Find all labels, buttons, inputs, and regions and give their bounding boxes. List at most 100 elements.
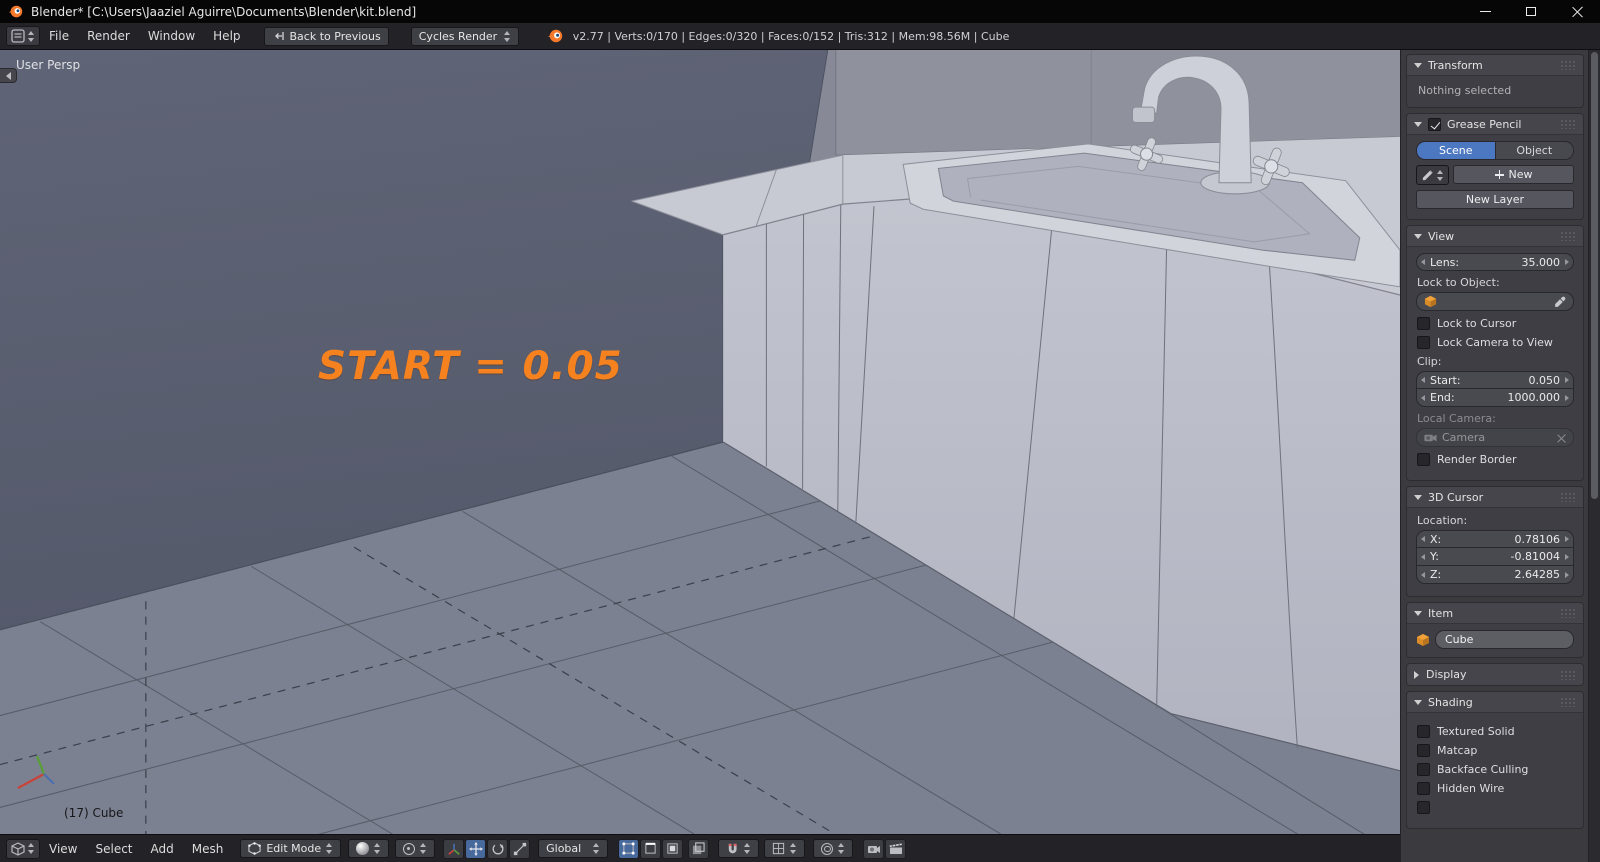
textured-solid-checkbox[interactable] <box>1417 725 1430 738</box>
datablock-dropdown-icon <box>1437 170 1444 181</box>
back-to-previous-label: Back to Previous <box>290 30 381 43</box>
display-panel-header[interactable]: Display <box>1407 664 1583 685</box>
menu-mesh[interactable]: Mesh <box>183 835 233 862</box>
view-panel-header[interactable]: View <box>1407 226 1583 247</box>
maximize-button[interactable] <box>1508 0 1554 23</box>
shading-partial-checkbox[interactable] <box>1417 801 1430 814</box>
back-icon <box>272 30 285 42</box>
3d-viewport[interactable]: User Persp START = 0.05 (17) Cube <box>0 50 1400 834</box>
viewport-editor-type-button[interactable] <box>6 839 40 859</box>
backface-culling-row[interactable]: Backface Culling <box>1417 763 1573 776</box>
panel-grip-icon[interactable] <box>1560 697 1576 707</box>
rotate-icon <box>491 842 505 856</box>
cursor-panel-header[interactable]: 3D Cursor <box>1407 487 1583 508</box>
vertex-select-button[interactable] <box>618 839 639 859</box>
panel-grip-icon[interactable] <box>1560 670 1576 680</box>
sidebar-scrollbar[interactable] <box>1588 50 1600 862</box>
menu-select[interactable]: Select <box>86 835 141 862</box>
back-to-previous-button[interactable]: Back to Previous <box>264 27 389 46</box>
manipulator-translate-button[interactable] <box>465 839 486 859</box>
pivot-center-select[interactable] <box>395 839 435 858</box>
lock-camera-checkbox[interactable] <box>1417 336 1430 349</box>
clear-icon[interactable] <box>1556 433 1566 443</box>
mesh-cube-icon <box>1416 633 1430 647</box>
scrollbar-thumb[interactable] <box>1591 52 1598 499</box>
clip-label: Clip: <box>1417 355 1574 368</box>
engine-dropdown-icon <box>504 31 511 42</box>
close-button[interactable] <box>1554 0 1600 23</box>
clip-stack: Start: 0.050 End: 1000.000 <box>1416 371 1574 407</box>
eyedropper-icon[interactable] <box>1554 296 1566 308</box>
cursor-y-slider[interactable]: Y: -0.81004 <box>1416 548 1574 566</box>
orientation-select[interactable]: Global <box>538 839 608 858</box>
panel-grip-icon[interactable] <box>1560 60 1576 70</box>
menu-file[interactable]: File <box>40 23 78 49</box>
new-layer-label: New Layer <box>1466 193 1524 206</box>
face-select-button[interactable] <box>662 839 683 859</box>
shading-partial-row[interactable] <box>1417 801 1573 814</box>
object-name-field[interactable]: Cube <box>1435 630 1574 649</box>
menu-window[interactable]: Window <box>139 23 204 49</box>
hidden-wire-checkbox[interactable] <box>1417 782 1430 795</box>
cursor-z-slider[interactable]: Z: 2.64285 <box>1416 566 1574 584</box>
lens-label: Lens: <box>1430 256 1459 269</box>
opengl-render-image-button[interactable] <box>863 839 884 859</box>
mode-label: Edit Mode <box>266 842 321 855</box>
3d-scene[interactable] <box>0 50 1400 834</box>
3d-view-editor-icon <box>11 842 25 856</box>
render-border-checkbox[interactable] <box>1417 453 1430 466</box>
render-border-row[interactable]: Render Border <box>1417 453 1573 466</box>
snap-toggle[interactable] <box>718 839 759 858</box>
transform-panel-header[interactable]: Transform <box>1407 55 1583 76</box>
occlude-geometry-button[interactable] <box>688 839 709 859</box>
lock-to-cursor-label: Lock to Cursor <box>1437 317 1516 330</box>
minimize-button[interactable] <box>1462 0 1508 23</box>
render-engine-select[interactable]: Cycles Render <box>411 27 519 46</box>
panel-grip-icon[interactable] <box>1560 608 1576 618</box>
lock-camera-row[interactable]: Lock Camera to View <box>1417 336 1573 349</box>
lock-to-cursor-checkbox[interactable] <box>1417 317 1430 330</box>
lock-to-cursor-row[interactable]: Lock to Cursor <box>1417 317 1573 330</box>
panel-grip-icon[interactable] <box>1560 231 1576 241</box>
backface-culling-checkbox[interactable] <box>1417 763 1430 776</box>
manipulator-rotate-button[interactable] <box>487 839 508 859</box>
grease-pencil-data-dropdown[interactable] <box>1416 165 1449 185</box>
hidden-wire-row[interactable]: Hidden Wire <box>1417 782 1573 795</box>
grease-pencil-panel-header[interactable]: Grease Pencil <box>1407 114 1583 135</box>
viewport-shading-select[interactable] <box>348 839 389 858</box>
occlude-geometry-icon <box>692 842 705 855</box>
menu-view3d[interactable]: View <box>40 835 86 862</box>
grease-pencil-enable-checkbox[interactable] <box>1428 118 1441 131</box>
grease-pencil-new-button[interactable]: New <box>1453 165 1574 184</box>
local-camera-field[interactable]: Camera <box>1416 428 1574 447</box>
shading-panel-header[interactable]: Shading <box>1407 692 1583 713</box>
lock-to-object-field[interactable] <box>1416 292 1574 311</box>
clip-start-slider[interactable]: Start: 0.050 <box>1416 371 1574 389</box>
tab-object[interactable]: Object <box>1496 141 1575 160</box>
menu-help[interactable]: Help <box>204 23 249 49</box>
transform-empty-text: Nothing selected <box>1416 82 1574 99</box>
minimize-icon <box>1480 11 1491 12</box>
panel-grip-icon[interactable] <box>1560 119 1576 129</box>
proportional-edit-select[interactable] <box>813 839 853 858</box>
new-layer-button[interactable]: New Layer <box>1416 190 1574 209</box>
lens-slider[interactable]: Lens: 35.000 <box>1416 253 1574 271</box>
menu-render[interactable]: Render <box>78 23 139 49</box>
matcap-row[interactable]: Matcap <box>1417 744 1573 757</box>
matcap-checkbox[interactable] <box>1417 744 1430 757</box>
cursor-x-slider[interactable]: X: 0.78106 <box>1416 530 1574 548</box>
toolshelf-expand-tab[interactable] <box>0 68 17 83</box>
manipulator-toggle-button[interactable] <box>443 839 464 859</box>
opengl-render-anim-button[interactable] <box>885 839 906 859</box>
item-panel-header[interactable]: Item <box>1407 603 1583 624</box>
textured-solid-row[interactable]: Textured Solid <box>1417 725 1573 738</box>
snap-element-select[interactable] <box>764 839 805 858</box>
panel-grip-icon[interactable] <box>1560 492 1576 502</box>
manipulator-scale-button[interactable] <box>509 839 530 859</box>
menu-add[interactable]: Add <box>142 835 183 862</box>
edge-select-button[interactable] <box>640 839 661 859</box>
info-editor-type-button[interactable] <box>6 26 40 46</box>
clip-end-slider[interactable]: End: 1000.000 <box>1416 389 1574 407</box>
tab-scene[interactable]: Scene <box>1416 141 1496 160</box>
mode-select[interactable]: Edit Mode <box>240 839 341 858</box>
